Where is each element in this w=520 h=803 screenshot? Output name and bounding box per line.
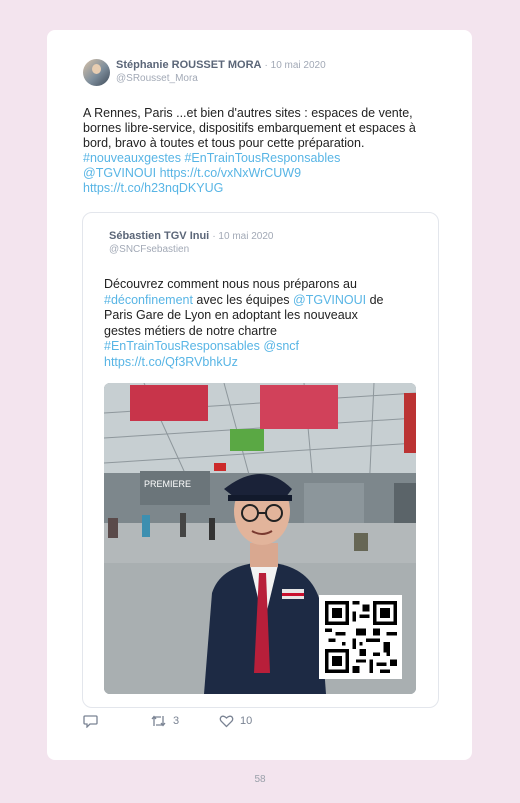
page-number: 58 [254,774,266,785]
author-handle[interactable]: @SRousset_Mora [116,73,198,84]
quoted-text-fragment: de [366,292,384,307]
tweet-text-line: bornes libre-service, dispositifs embarq… [83,121,416,135]
tweet-text-line: bord, bravo à toutes et tous pour cette … [83,136,365,150]
quoted-link[interactable]: https://t.co/Qf3RVbhkUz [104,355,414,371]
quoted-text-line: Paris Gare de Lyon en adoptant les nouve… [104,308,358,322]
tweet-actions: 3 10 [83,714,383,732]
hashtag-deconfinement[interactable]: #déconfinement [104,293,193,307]
hashtag-entrain[interactable]: #EnTrainTousResponsables [104,339,260,353]
retweet-button[interactable]: 3 [150,714,179,728]
station-sign: PREMIERE [144,479,191,489]
quoted-text-line: gestes métiers de notre chartre [104,323,277,338]
like-count: 10 [240,715,253,727]
qr-code [319,595,402,679]
avatar[interactable] [83,59,110,86]
quoted-handle[interactable]: @SNCFsebastien [109,244,189,255]
tweet-card: Stéphanie ROUSSET MORA · 10 mai 2020 @SR… [47,30,472,760]
author-line: Stéphanie ROUSSET MORA · 10 mai 2020 [116,59,326,71]
quoted-text: Découvrez comment nous nous préparons au… [104,277,414,370]
quoted-text-line: #déconfinement avec les équipes @TGVINOU… [104,293,414,309]
tweet-date[interactable]: · 10 mai 2020 [265,60,326,71]
mention-and-link[interactable]: @TGVINOUI https://t.co/vxNxWrCUW9 [83,166,443,181]
quoted-tweet[interactable]: Sébastien TGV Inui · 10 mai 2020 @SNCFse… [82,212,439,708]
mention-sncf[interactable]: @sncf [263,339,299,353]
hashtags[interactable]: #nouveauxgestes #EnTrainTousResponsables [83,151,443,166]
retweet-icon [151,715,166,727]
mention-tgvinoui[interactable]: @TGVINOUI [293,293,366,307]
tweet-text: A Rennes, Paris ...et bien d'autres site… [83,106,443,196]
video-thumbnail[interactable]: PREMIERE [104,383,416,694]
reply-icon [83,715,98,728]
quoted-text-line: #EnTrainTousResponsables @sncf [104,339,414,355]
quoted-text-line: Découvrez comment nous nous préparons au [104,277,357,291]
heart-icon [219,715,234,728]
quoted-text-fragment: avec les équipes [192,292,294,307]
retweet-count: 3 [173,715,180,727]
quoted-author-name[interactable]: Sébastien TGV Inui [109,230,209,242]
author-name[interactable]: Stéphanie ROUSSET MORA [116,59,261,71]
tweet-text-line: A Rennes, Paris ...et bien d'autres site… [83,106,413,120]
tweet-link[interactable]: https://t.co/h23nqDKYUG [83,181,443,196]
qr-code-icon [324,601,397,673]
quoted-date[interactable]: · 10 mai 2020 [212,231,273,242]
reply-button[interactable] [83,714,98,728]
like-button[interactable]: 10 [219,714,252,728]
quoted-author-line: Sébastien TGV Inui · 10 mai 2020 [109,230,273,242]
